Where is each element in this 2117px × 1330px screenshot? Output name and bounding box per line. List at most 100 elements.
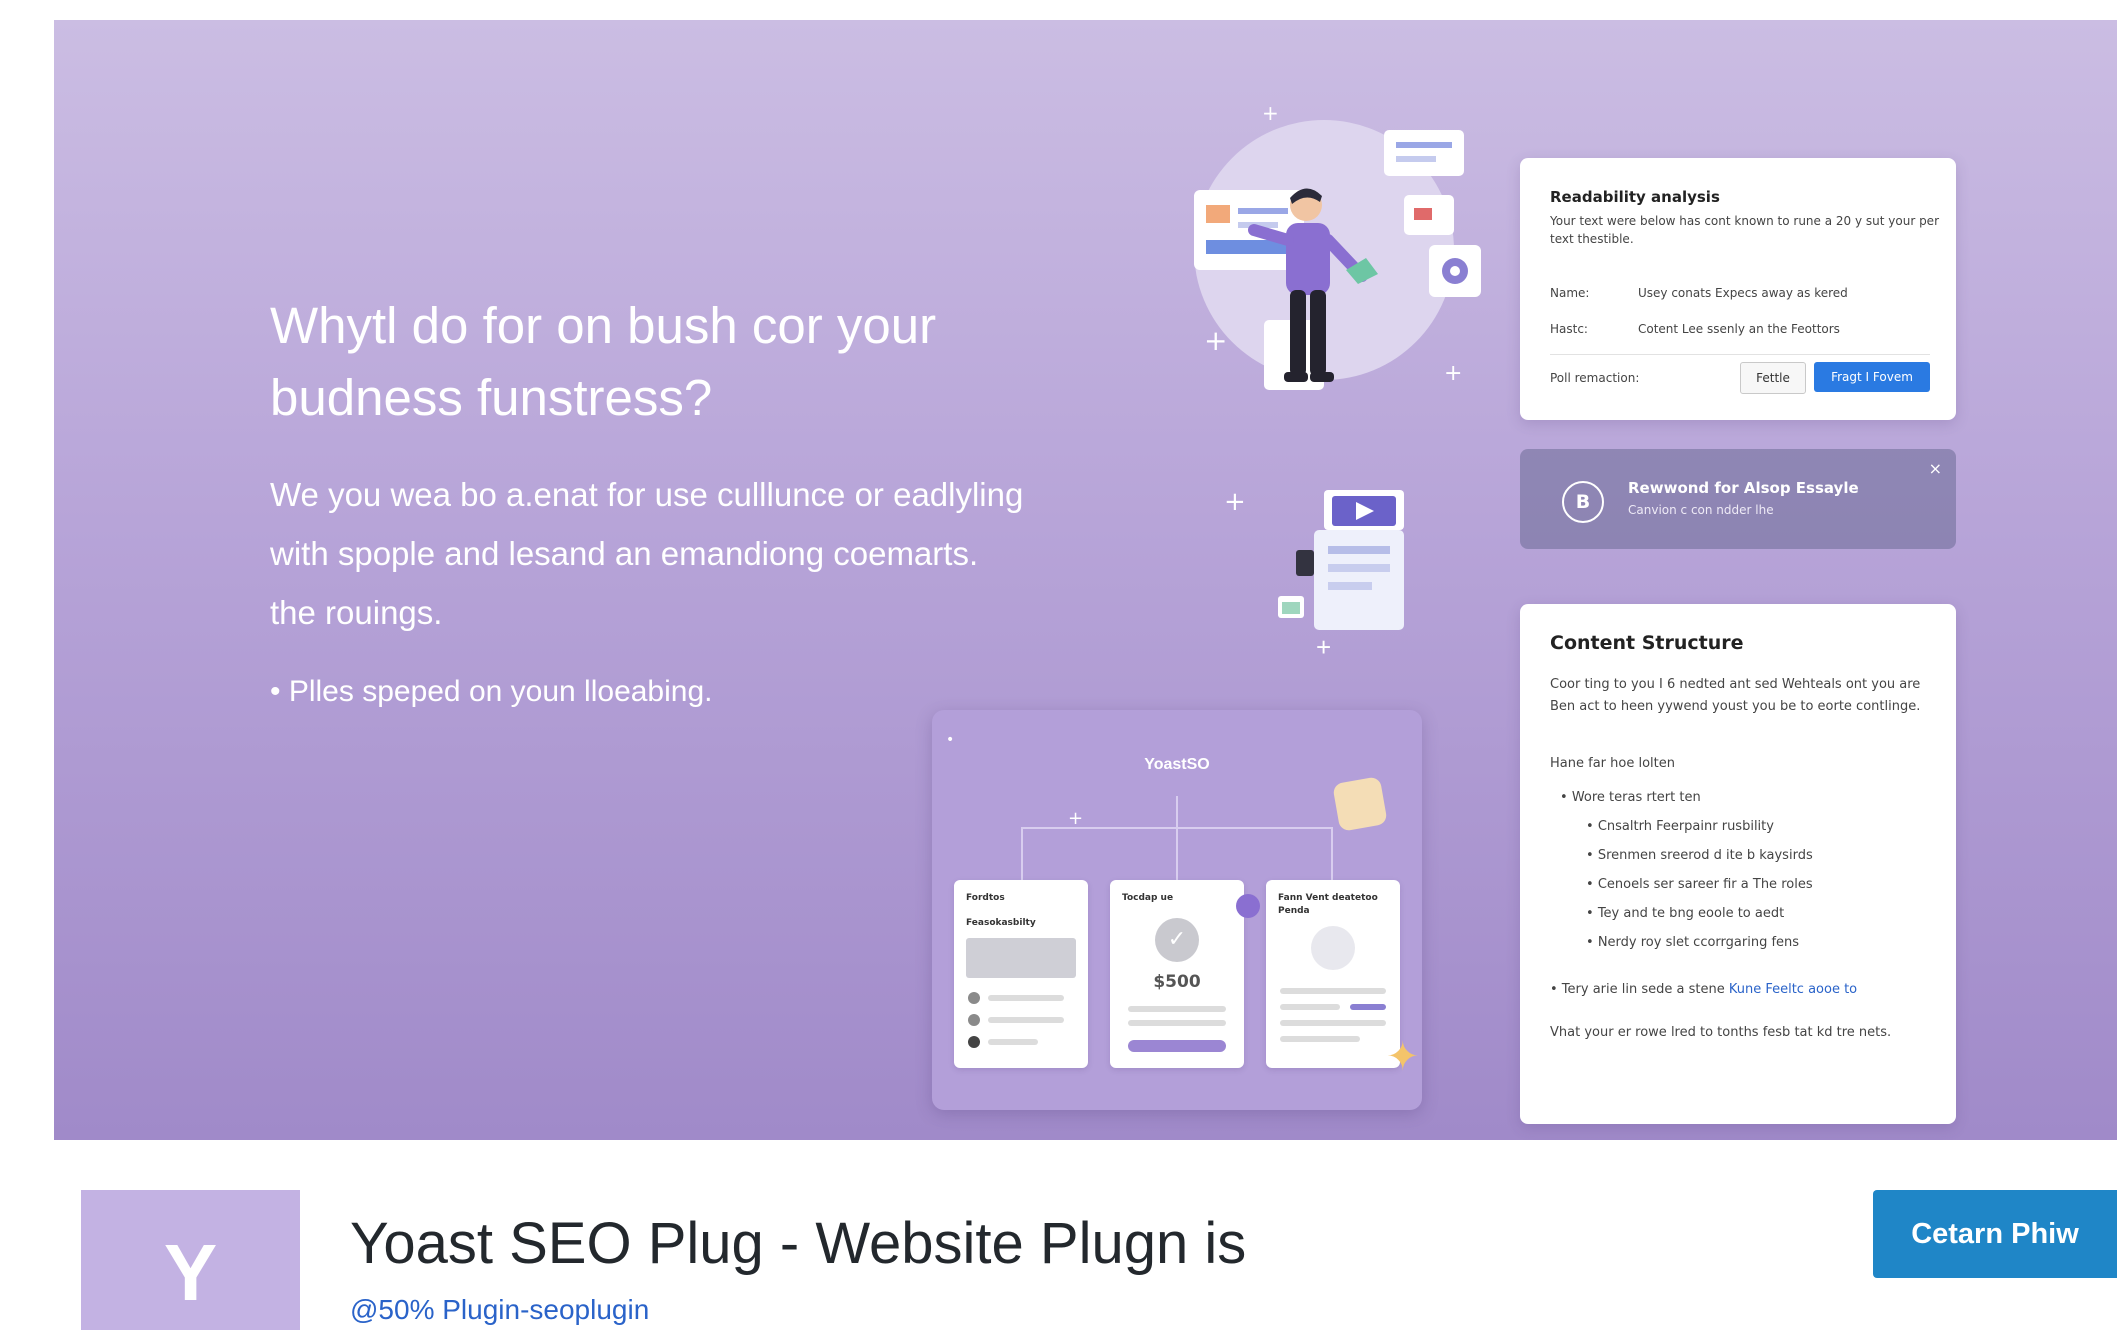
readability-row: Hastc: Cotent Lee ssenly an the Feottors	[1550, 322, 1840, 336]
heart-badge-icon	[1236, 894, 1260, 918]
list-item-text: Srenmen sreerod d ite b kaysirds	[1597, 848, 1813, 863]
divider	[1550, 354, 1930, 355]
person-shoe	[1310, 372, 1334, 382]
mini-card-button	[1128, 1040, 1226, 1052]
content-structure-heading: Hane far hoe lolten	[1550, 756, 1675, 771]
readability-row: Name: Usey conats Expecs away as kered	[1550, 286, 1848, 300]
dashboard-card-details: Fann Vent deatetoo Penda	[1266, 880, 1400, 1068]
dashboard-card-readability: Fordtos Feasokasbilty	[954, 880, 1088, 1068]
sparkle-icon: ✦	[1386, 1035, 1420, 1079]
sparkle-icon: +	[1316, 632, 1332, 662]
list-item-text: Cnsaltrh Feerpainr rusbility	[1597, 819, 1774, 834]
list-item: • Cnsaltrh Feerpainr rusbility	[1586, 819, 1774, 834]
readability-row-value: Cotent Lee ssenly an the Feottors	[1638, 322, 1840, 336]
hero-headline: Whytl do for on bush cor your budness fu…	[270, 290, 1070, 434]
content-structure-link[interactable]: Kune Feeltc aooe to	[1729, 982, 1857, 997]
device-body	[1314, 530, 1404, 630]
hero-body-line3: the rouings.	[270, 594, 443, 631]
person-leg	[1310, 290, 1326, 376]
hero-body: We you wea bo a.enat for use culllunce o…	[270, 465, 1090, 642]
readability-row-value: Usey conats Expecs away as kered	[1638, 286, 1848, 300]
person-shirt	[1286, 223, 1330, 295]
mini-bar	[1280, 1004, 1340, 1010]
content-structure-list: • Wore teras rtert ten • Cnsaltrh Feerpa…	[1560, 790, 1940, 964]
sparkle-icon: +	[1224, 487, 1246, 517]
plugin-author-link[interactable]: @50% Plugin-seoplugin	[350, 1294, 649, 1326]
mini-card-title: Tocdap ue	[1122, 893, 1174, 903]
list-item-text: Cenoels ser sareer fir a The roles	[1597, 877, 1813, 892]
mini-bar	[988, 1017, 1064, 1023]
readability-row-label: Name:	[1550, 286, 1590, 300]
list-item: • Tey and te bng eoole to aedt	[1586, 906, 1785, 921]
plugin-logo: Y	[81, 1190, 300, 1330]
link-prefix: • Tery arie lin sede a stene	[1550, 982, 1729, 997]
mini-card-subtitle: Feasokasbilty	[966, 918, 1036, 928]
readability-description: Your text were below has cont known to r…	[1550, 214, 1939, 246]
floating-doc-card	[1384, 130, 1464, 176]
small-card-mark	[1282, 602, 1300, 614]
notice-banner: B Rewwond for Alsop Essayle Canvion c co…	[1520, 449, 1956, 549]
content-structure-card: Content Structure Coor ting to you I 6 n…	[1520, 604, 1956, 1124]
sparkle-icon: +	[1444, 361, 1462, 386]
hero-body-line1: We you wea bo a.enat for use culllunce o…	[270, 476, 1024, 513]
list-item: • Cenoels ser sareer fir a The roles	[1586, 877, 1813, 892]
content-structure-link-line: • Tery arie lin sede a stene Kune Feeltc…	[1550, 982, 1940, 997]
phone-icon	[1296, 550, 1314, 576]
person-leg	[1290, 290, 1306, 376]
mini-card-title: Fann Vent deatetoo Penda	[1278, 893, 1378, 916]
chart-line	[1238, 208, 1288, 214]
mini-bar	[1280, 1036, 1360, 1042]
device-line	[1328, 546, 1390, 554]
content-structure-title: Content Structure	[1550, 632, 1744, 654]
readability-footer-label: Poll remaction:	[1550, 371, 1640, 385]
dashboard-mockup: + • YoastSO Fordtos Feasokasbilty Tocdap…	[932, 710, 1422, 1110]
mini-avatar	[1311, 926, 1355, 970]
list-item: • Srenmen sreerod d ite b kaysirds	[1586, 848, 1813, 863]
readability-row-label: Hastc:	[1550, 322, 1588, 336]
card-mark	[1414, 208, 1432, 220]
mini-bar	[988, 995, 1064, 1001]
list-item-text: Tey and te bng eoole to aedt	[1597, 906, 1785, 921]
mini-bar	[1128, 1020, 1226, 1026]
sparkle-icon: +	[1262, 101, 1279, 125]
hero-bullet: • Plles speped on youn lloeabing.	[270, 675, 713, 708]
hero-headline-line1: Whytl do for on bush cor your	[270, 297, 937, 354]
readability-card: Readability analysis Your text were belo…	[1520, 158, 1956, 420]
notice-subtitle: Canvion c con ndder lhe	[1628, 503, 1774, 517]
target-center	[1450, 266, 1460, 276]
mini-bar	[1128, 1006, 1226, 1012]
sparkle-icon: +	[1204, 324, 1227, 357]
content-structure-footer: Vhat your er rowe lred to tonths fesb ta…	[1550, 1025, 1892, 1040]
person-shoe	[1284, 372, 1308, 382]
hero-body-line2: with spople and lesand an emandiong coem…	[270, 535, 979, 572]
plugin-logo-letter: Y	[163, 1228, 218, 1317]
dashboard-brand: YoastSO	[1144, 756, 1210, 773]
content-structure-description: Coor ting to you I 6 nedted ant sed Weht…	[1550, 677, 1921, 714]
badge-icon	[1332, 776, 1388, 832]
dashboard-card-pricing: Tocdap ue ✓ $500	[1110, 880, 1260, 1068]
mini-bar	[1280, 1020, 1386, 1026]
mini-card-title: Fordtos	[966, 893, 1005, 903]
chart-block	[1206, 205, 1230, 223]
sparkle-icon: •	[946, 732, 954, 748]
primary-action-button[interactable]: Fragt I Fovem	[1814, 362, 1930, 392]
video-device-illustration: + +	[1224, 487, 1404, 630]
person-illustration: + + +	[1194, 101, 1481, 390]
check-icon: ✓	[1155, 918, 1199, 962]
doc-line	[1396, 142, 1452, 148]
mini-card-image	[966, 938, 1076, 978]
hero-banner: Whytl do for on bush cor your budness fu…	[54, 20, 2117, 1140]
device-line	[1328, 582, 1372, 590]
list-item: • Wore teras rtert ten	[1560, 790, 1701, 805]
notice-badge-icon: B	[1562, 481, 1604, 523]
mini-card-price: $500	[1153, 972, 1201, 992]
hero-headline-line2: budness funstress?	[270, 369, 713, 426]
fettle-button[interactable]: Fettle	[1740, 362, 1806, 394]
mini-dot	[968, 1014, 980, 1026]
mini-bar	[988, 1039, 1038, 1045]
device-line	[1328, 564, 1390, 572]
mini-dot	[968, 992, 980, 1004]
plugin-action-button[interactable]: Cetarn Phiw	[1873, 1190, 2117, 1278]
doc-line	[1396, 156, 1436, 162]
close-icon[interactable]: ×	[1929, 459, 1942, 478]
